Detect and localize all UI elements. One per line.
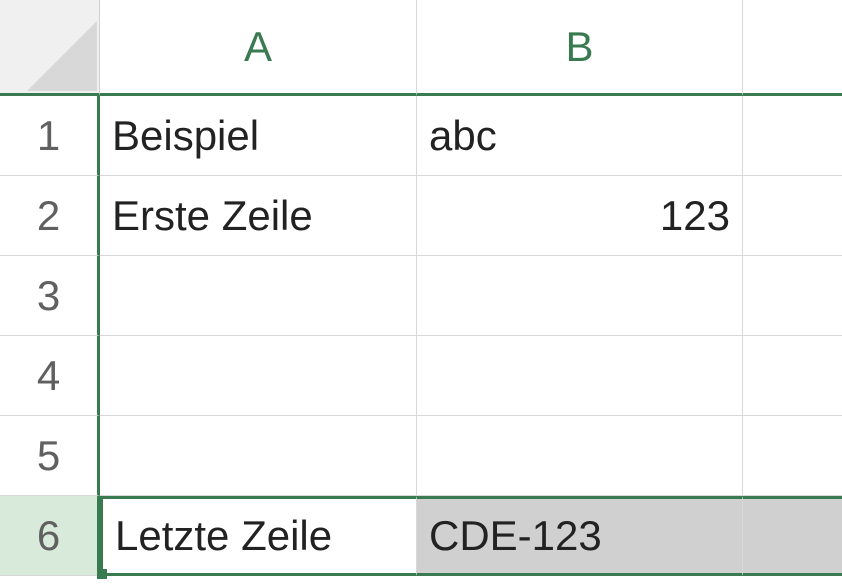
row-header-3[interactable]: 3 <box>0 256 100 336</box>
cell-b1[interactable]: abc <box>417 96 743 176</box>
cell-a4[interactable] <box>100 336 417 416</box>
cell-a5[interactable] <box>100 416 417 496</box>
cell-c4[interactable] <box>743 336 842 416</box>
cell-a2[interactable]: Erste Zeile <box>100 176 417 256</box>
column-header-c[interactable] <box>743 0 842 96</box>
cell-b5[interactable] <box>417 416 743 496</box>
row-header-1[interactable]: 1 <box>0 96 100 176</box>
spreadsheet-grid: A B 1 Beispiel abc 2 Erste Zeile 123 3 4… <box>0 0 842 576</box>
select-all-corner[interactable] <box>0 0 100 96</box>
column-header-b[interactable]: B <box>417 0 743 96</box>
cell-a3[interactable] <box>100 256 417 336</box>
cell-c2[interactable] <box>743 176 842 256</box>
cell-c6[interactable] <box>743 496 842 576</box>
row-header-5[interactable]: 5 <box>0 416 100 496</box>
cell-b3[interactable] <box>417 256 743 336</box>
row-header-4[interactable]: 4 <box>0 336 100 416</box>
cell-a6[interactable]: Letzte Zeile <box>100 496 417 576</box>
row-header-2[interactable]: 2 <box>0 176 100 256</box>
cell-b6[interactable]: CDE-123 <box>417 496 743 576</box>
cell-a1[interactable]: Beispiel <box>100 96 417 176</box>
cell-b4[interactable] <box>417 336 743 416</box>
cell-c5[interactable] <box>743 416 842 496</box>
row-header-6[interactable]: 6 <box>0 496 100 576</box>
column-header-a[interactable]: A <box>100 0 417 96</box>
cell-b2[interactable]: 123 <box>417 176 743 256</box>
cell-c3[interactable] <box>743 256 842 336</box>
cell-c1[interactable] <box>743 96 842 176</box>
